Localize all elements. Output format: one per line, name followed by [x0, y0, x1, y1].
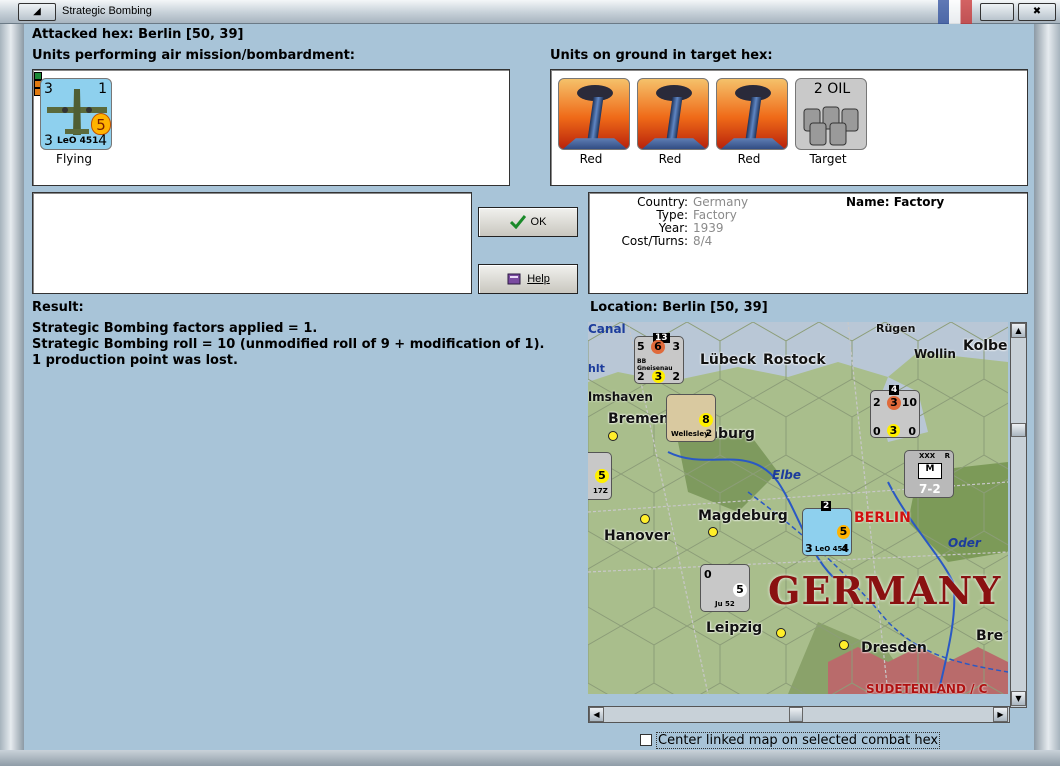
city-marker	[839, 640, 849, 650]
help-button[interactable]: Help	[478, 264, 578, 294]
map-vertical-scrollbar[interactable]: ▲ ▼	[1010, 322, 1027, 708]
result-line: 1 production point was lost.	[32, 353, 238, 368]
city-marker	[608, 431, 618, 441]
map-unit-hq[interactable]: XXX R M 7-2	[904, 450, 954, 498]
window-title: Strategic Bombing	[62, 5, 152, 17]
air-unit-leo451[interactable]: 3 1 5 3 LeO 451 4	[40, 78, 112, 150]
city-marker	[776, 628, 786, 638]
oil-barrels-icon	[803, 106, 859, 146]
target-map[interactable]: Canal hlt lmshaven Rügen Lübeck Rostock …	[588, 322, 1008, 694]
city-label: lmshaven	[588, 390, 653, 404]
city-label: Hanover	[604, 528, 671, 544]
city-label: Bremen	[608, 411, 670, 427]
restore-icon: ◢	[33, 6, 41, 17]
map-unit-leo451[interactable]: 2 5 3 LeO 451 4	[802, 501, 852, 556]
attacked-hex-label: Attacked hex: Berlin [50, 39]	[32, 27, 244, 42]
map-unit-naval[interactable]: 4 2 3 10 0 3 0	[870, 385, 920, 438]
river-label: Oder	[948, 536, 981, 550]
city-marker	[640, 514, 650, 524]
city-label: Rostock	[763, 352, 826, 368]
map-label: Canal	[588, 322, 626, 336]
country-label: GERMANY	[768, 568, 1002, 613]
ground-unit-factory[interactable]	[558, 78, 630, 150]
center-map-checkbox[interactable]	[640, 734, 652, 746]
air-units-label: Units performing air mission/bombardment…	[32, 48, 356, 63]
city-label: Rügen	[876, 322, 916, 335]
close-button[interactable]: ✖	[1018, 3, 1056, 21]
ground-units-label: Units on ground in target hex:	[550, 48, 773, 63]
scroll-thumb[interactable]	[789, 707, 803, 722]
unit-name: LeO 451	[57, 136, 99, 146]
result-label: Result:	[32, 300, 84, 315]
restore-button[interactable]: ◢	[18, 3, 56, 21]
map-unit-edge[interactable]: 5 17Z	[588, 452, 612, 500]
checkmark-icon	[509, 215, 526, 229]
scroll-up-arrow-icon[interactable]: ▲	[1011, 323, 1026, 338]
close-icon: ✖	[1032, 6, 1042, 17]
maximize-button[interactable]	[980, 3, 1014, 21]
capital-label: BERLIN	[854, 510, 911, 526]
cost-value: 8/4	[693, 234, 713, 248]
scroll-down-arrow-icon[interactable]: ▼	[1011, 691, 1026, 706]
unit-caption: Red	[579, 152, 603, 166]
city-label: Lübeck	[700, 352, 757, 368]
city-label: Dresden	[861, 640, 927, 656]
location-label: Location: Berlin [50, 39]	[590, 300, 768, 315]
center-map-checkbox-label[interactable]: Center linked map on selected combat hex	[656, 732, 941, 749]
unit-caption: Flying	[56, 152, 92, 166]
region-label: SUDETENLAND / C	[866, 682, 988, 694]
result-line: Strategic Bombing roll = 10 (unmodified …	[32, 337, 545, 352]
book-icon	[507, 273, 521, 285]
map-horizontal-scrollbar[interactable]: ◀ ▶	[588, 706, 1010, 723]
result-line: Strategic Bombing factors applied = 1.	[32, 321, 318, 336]
year-value: 1939	[693, 221, 724, 235]
window-frame-right	[1034, 24, 1060, 752]
unit-caption: Red	[737, 152, 761, 166]
ok-button[interactable]: OK	[478, 207, 578, 237]
map-unit-naval[interactable]: 13 5 6 3 BB Gneisenau 2 3 2	[634, 333, 684, 384]
scroll-thumb[interactable]	[1011, 423, 1026, 437]
ground-unit-factory[interactable]	[716, 78, 788, 150]
city-label: Wollin	[914, 347, 956, 361]
map-unit-wellesley[interactable]: 8 Wellesley 2	[666, 394, 716, 442]
river-label: Elbe	[772, 468, 802, 482]
target-name: Name: Factory	[846, 195, 945, 209]
strength-badge: 5	[91, 113, 111, 135]
city-label: Leipzig	[706, 620, 763, 636]
city-label: Bre	[976, 628, 1004, 644]
country-value: Germany	[693, 195, 749, 209]
map-label: hlt	[588, 362, 605, 375]
ground-unit-oil[interactable]: 2 OIL	[795, 78, 867, 150]
unit-caption: Target	[809, 152, 847, 166]
city-label: Magdeburg	[698, 508, 788, 524]
nation-flag	[938, 0, 972, 24]
city-marker	[708, 527, 718, 537]
map-unit-ju52[interactable]: 0 5 Ju 52	[700, 564, 750, 612]
city-label: Kolbe	[963, 338, 1008, 354]
scroll-left-arrow-icon[interactable]: ◀	[589, 707, 604, 722]
scroll-right-arrow-icon[interactable]: ▶	[993, 707, 1008, 722]
title-bar	[0, 0, 1060, 24]
unit-caption: Red	[658, 152, 682, 166]
detail-panel	[32, 192, 472, 294]
window-frame-bottom	[0, 750, 1060, 766]
window-frame-left	[0, 24, 24, 752]
oil-value: 2 OIL	[813, 81, 851, 97]
type-value: Factory	[693, 208, 737, 222]
ground-unit-factory[interactable]	[637, 78, 709, 150]
